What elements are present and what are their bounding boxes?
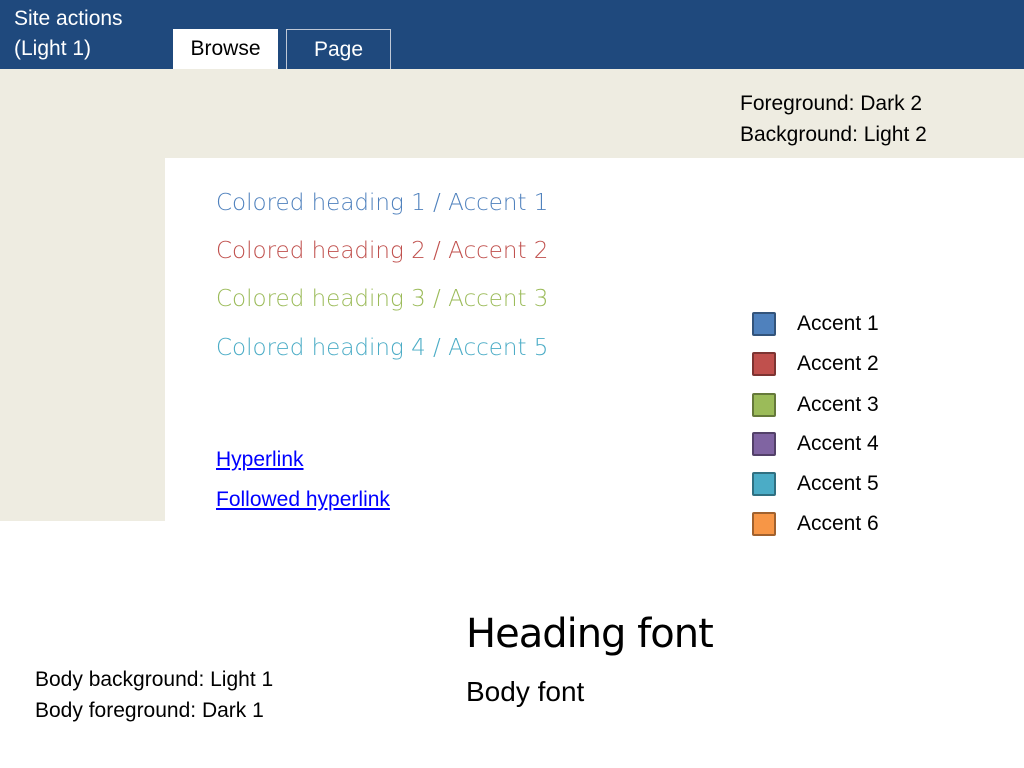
tab-page[interactable]: Page [286,29,391,69]
body-foreground-label: Body foreground: Dark 1 [35,699,264,722]
body-color-info: Body background: Light 1 Body foreground… [35,664,273,726]
colored-heading-4: Colored heading 4 / Accent 5 [216,335,549,361]
accent-swatch [752,512,776,536]
body-font-sample: Body font [466,676,585,707]
heading-font-sample: Heading font [466,611,714,657]
ribbon-foreground-label: Foreground: Dark 2 [740,92,923,115]
site-actions-label: Site actions [14,7,123,30]
accent-swatch [752,393,776,417]
followed-hyperlink[interactable]: Followed hyperlink [216,486,390,514]
ribbon-background-label: Background: Light 2 [740,123,927,146]
accent-label: Accent 3 [797,393,879,416]
ribbon-color-info: Foreground: Dark 2 Background: Light 2 [740,88,927,150]
tab-browse[interactable]: Browse [173,29,278,69]
hyperlink[interactable]: Hyperlink [216,446,304,474]
accent-label: Accent 5 [797,472,879,495]
site-actions-sublabel: (Light 1) [14,37,92,60]
accent-swatch [752,352,776,376]
accent-swatch [752,312,776,336]
colored-heading-2: Colored heading 2 / Accent 2 [216,238,549,264]
left-navigation-panel [0,158,165,521]
theme-preview-page: Site actions (Light 1) Browse Page Foreg… [0,0,1024,768]
accent-label: Accent 2 [797,352,879,375]
accent-label: Accent 1 [797,312,879,335]
accent-swatch [752,472,776,496]
accent-label: Accent 6 [797,512,879,535]
colored-heading-1: Colored heading 1 / Accent 1 [216,190,549,216]
colored-heading-3: Colored heading 3 / Accent 3 [216,286,549,312]
top-bar: Site actions (Light 1) Browse Page [0,0,1024,69]
accent-label: Accent 4 [797,432,879,455]
site-actions-menu[interactable]: Site actions (Light 1) [14,4,164,64]
body-background-label: Body background: Light 1 [35,668,274,691]
accent-swatch [752,432,776,456]
